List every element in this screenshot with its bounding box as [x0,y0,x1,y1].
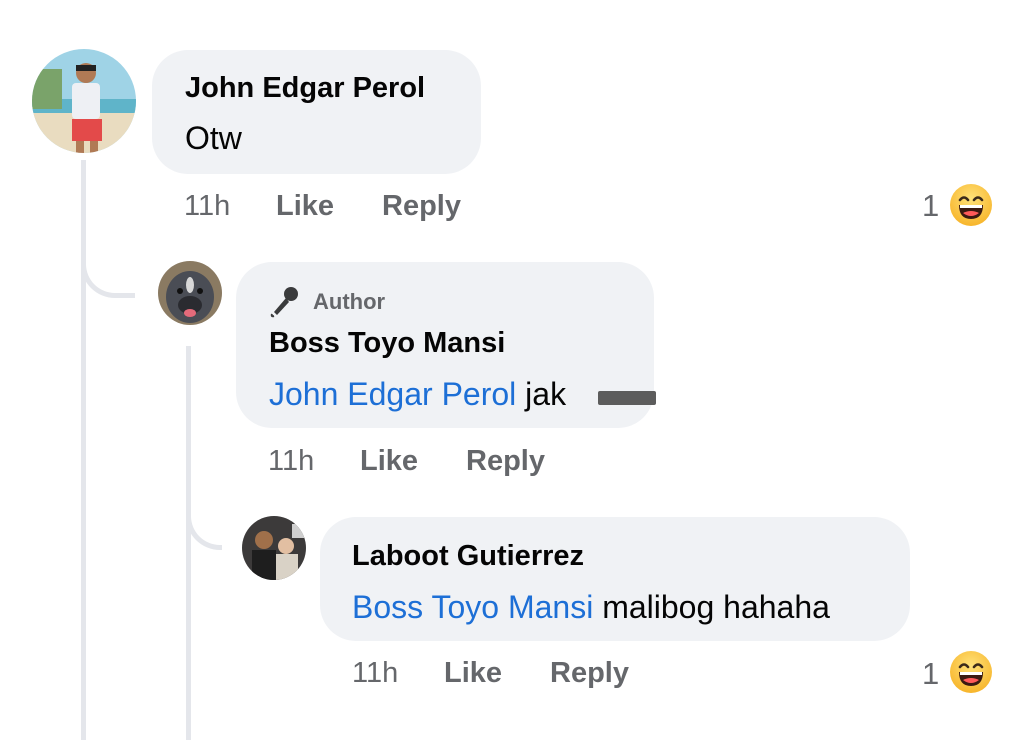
redaction-bar [598,391,656,405]
avatar-photo-dog [158,261,222,325]
thread-curve-reply-1 [81,250,135,298]
thread-line-nested [186,346,191,740]
comment-author[interactable]: Boss Toyo Mansi [269,327,505,360]
like-button[interactable]: Like [276,190,334,223]
reaction-count[interactable]: 1 [922,656,939,692]
comment-text: jak [525,376,567,412]
reply-button[interactable]: Reply [382,190,461,223]
reaction-count[interactable]: 1 [922,188,939,224]
thread-line-main [81,160,86,740]
comment-text: Otw [185,120,242,156]
microphone-icon [268,284,302,323]
like-button[interactable]: Like [360,445,418,478]
comment-text-line: John Edgar Perol jak [269,376,566,413]
comment-time[interactable]: 11h [352,657,398,690]
comment-text: malibog hahaha [602,589,830,625]
comment-time[interactable]: 11h [268,445,314,478]
grinning-squinting-face-icon[interactable] [949,650,993,699]
comment-author[interactable]: Laboot Gutierrez [352,540,584,573]
author-badge: Author [313,289,386,314]
reply-button[interactable]: Reply [466,445,545,478]
avatar-photo-beach [32,49,136,153]
comment-text-line: Boss Toyo Mansi malibog hahaha [352,589,830,626]
reply-button[interactable]: Reply [550,657,629,690]
avatar-john-edgar-perol[interactable] [32,49,136,153]
thread-curve-reply-2 [186,500,222,550]
avatar-photo-two-people [242,516,306,580]
grinning-squinting-face-icon[interactable] [949,183,993,232]
mention-link[interactable]: John Edgar Perol [269,376,516,412]
avatar-laboot-gutierrez[interactable] [242,516,306,580]
avatar-boss-toyo-mansi[interactable] [158,261,222,325]
comment-time[interactable]: 11h [184,190,230,223]
comment-author[interactable]: John Edgar Perol [185,72,425,105]
mention-link[interactable]: Boss Toyo Mansi [352,589,593,625]
like-button[interactable]: Like [444,657,502,690]
